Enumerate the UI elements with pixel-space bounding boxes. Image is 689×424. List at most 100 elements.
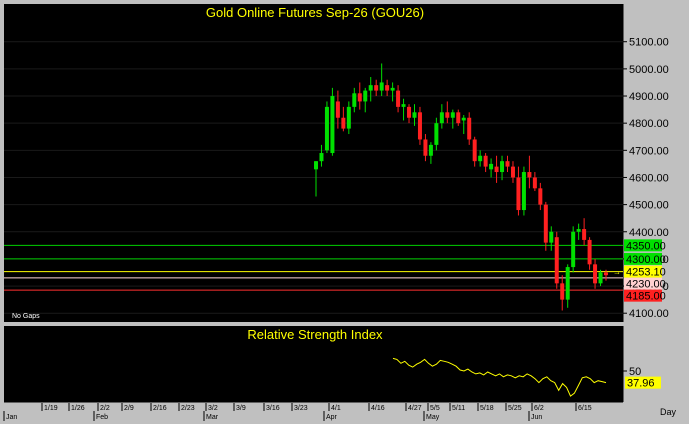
candle-body (604, 272, 608, 276)
candle-body (461, 117, 466, 121)
candle-body (571, 231, 576, 268)
candle-body (587, 239, 592, 265)
candle-body (593, 264, 598, 284)
price-plot-area (4, 4, 623, 322)
x-date-label: 5/25 (508, 405, 522, 412)
price-tick-label: 4800.00 (629, 118, 669, 130)
x-date-label: 4/16 (371, 405, 385, 412)
candle-body (423, 139, 428, 156)
candle-body (516, 177, 521, 211)
candle-body (527, 172, 532, 178)
price-tick-label: 4100.00 (629, 308, 669, 320)
x-date-label: 1/19 (44, 405, 58, 412)
price-tick-label: 4900.00 (629, 91, 669, 103)
x-date-label: 5/11 (452, 405, 465, 412)
candle-body (319, 153, 324, 162)
candle-body (352, 93, 357, 107)
x-month-label: Jan (6, 414, 17, 421)
x-date-label: 4/27 (408, 405, 422, 412)
candle-body (314, 161, 318, 170)
candle-body (565, 267, 570, 300)
price-tick-label: 4700.00 (629, 145, 669, 157)
candle-body (357, 93, 362, 102)
candle-body (324, 106, 329, 151)
candle-body (467, 117, 472, 140)
candle-body (483, 155, 488, 167)
level-labels: 4350.00 4300.004253.104230.004185.00 (624, 239, 666, 303)
x-axis: 1/19 1/26 2/2 2/9 2/16 2/23 3/2 3/9 3/16 3/23 4/1 4… (3, 401, 677, 422)
candle-body (521, 172, 526, 211)
x-date-label: 2/16 (153, 405, 167, 412)
price-tick-label: 4400.00 (629, 227, 669, 239)
rsi-value-label: 37.96 (627, 378, 655, 390)
candle-body (576, 229, 581, 232)
level-label: 4350.00 (626, 240, 666, 252)
level-label: 4253.10 (626, 267, 666, 279)
candle-body (401, 104, 406, 107)
candle-body (505, 161, 510, 167)
candle-body (494, 166, 499, 173)
x-date-label: 2/23 (181, 405, 195, 412)
x-date-label: 3/9 (236, 405, 246, 412)
candle-body (456, 112, 461, 124)
level-label: 4300.00 (626, 254, 666, 266)
candle-body (532, 177, 537, 189)
x-date-label: 3/2 (208, 405, 218, 412)
x-date-label: 5/18 (480, 405, 494, 412)
period-label: Day (660, 407, 677, 417)
x-month-label: Apr (326, 414, 338, 421)
candle-body (379, 82, 384, 91)
candle-body (363, 90, 368, 102)
x-date-label: 3/23 (294, 405, 308, 412)
x-date-label: 6/15 (578, 405, 592, 412)
candle-body (396, 90, 401, 107)
x-month-label: May (426, 414, 440, 421)
x-date-label: 6/2 (534, 405, 544, 412)
candle-body (450, 112, 455, 118)
candle-body (543, 204, 548, 243)
x-date-label: 2/9 (124, 405, 134, 412)
price-tick-label: 4600.00 (629, 172, 669, 184)
x-month-label: Feb (96, 414, 108, 421)
candle-body (346, 106, 351, 129)
candle-body (560, 283, 565, 300)
candle-body (549, 231, 554, 243)
candle-body (407, 106, 412, 118)
candle-body (554, 237, 559, 284)
price-tick-label: 5000.00 (629, 64, 669, 76)
x-date-label: 3/16 (266, 405, 280, 412)
candle-body (330, 96, 335, 154)
last-price-marker: → (613, 268, 621, 277)
x-date-label: 1/26 (71, 405, 85, 412)
no-gaps-note: No Gaps (12, 313, 40, 320)
price-chart-title: Gold Online Futures Sep-26 (GOU26) (206, 5, 424, 20)
candle-body (478, 155, 483, 162)
rsi-panel: Relative Strength Index 50 37.96 (4, 326, 661, 402)
candle-body (598, 272, 603, 284)
candle-body (434, 123, 439, 145)
candle-body (390, 87, 395, 91)
level-label: 4185.00 (626, 291, 666, 303)
x-month-label: Jun (531, 414, 542, 421)
candle-body (500, 161, 505, 173)
price-panel: 4100.004200.004300.004400.004500.004600.… (4, 4, 685, 322)
x-date-label: 5/5 (430, 405, 440, 412)
price-tick-label: 5100.00 (629, 37, 669, 49)
rsi-last-value: 37.96 (625, 376, 661, 390)
candle-body (368, 85, 373, 91)
candle-body (428, 144, 433, 156)
candle-body (335, 101, 340, 118)
candle-body (341, 117, 346, 129)
candle-body (582, 229, 587, 240)
x-date-label: 2/2 (100, 405, 110, 412)
level-label: 4230.00 (626, 279, 666, 291)
candle-body (385, 85, 390, 91)
rsi-title: Relative Strength Index (247, 327, 383, 342)
candle-body (510, 166, 515, 178)
candle-body (412, 112, 417, 118)
rsi-tick-label: 50 (629, 366, 641, 378)
price-tick-label: 4500.00 (629, 200, 669, 212)
candle-body (489, 163, 494, 170)
candle-body (439, 112, 444, 124)
chart-canvas: 4100.004200.004300.004400.004500.004600.… (0, 0, 689, 424)
